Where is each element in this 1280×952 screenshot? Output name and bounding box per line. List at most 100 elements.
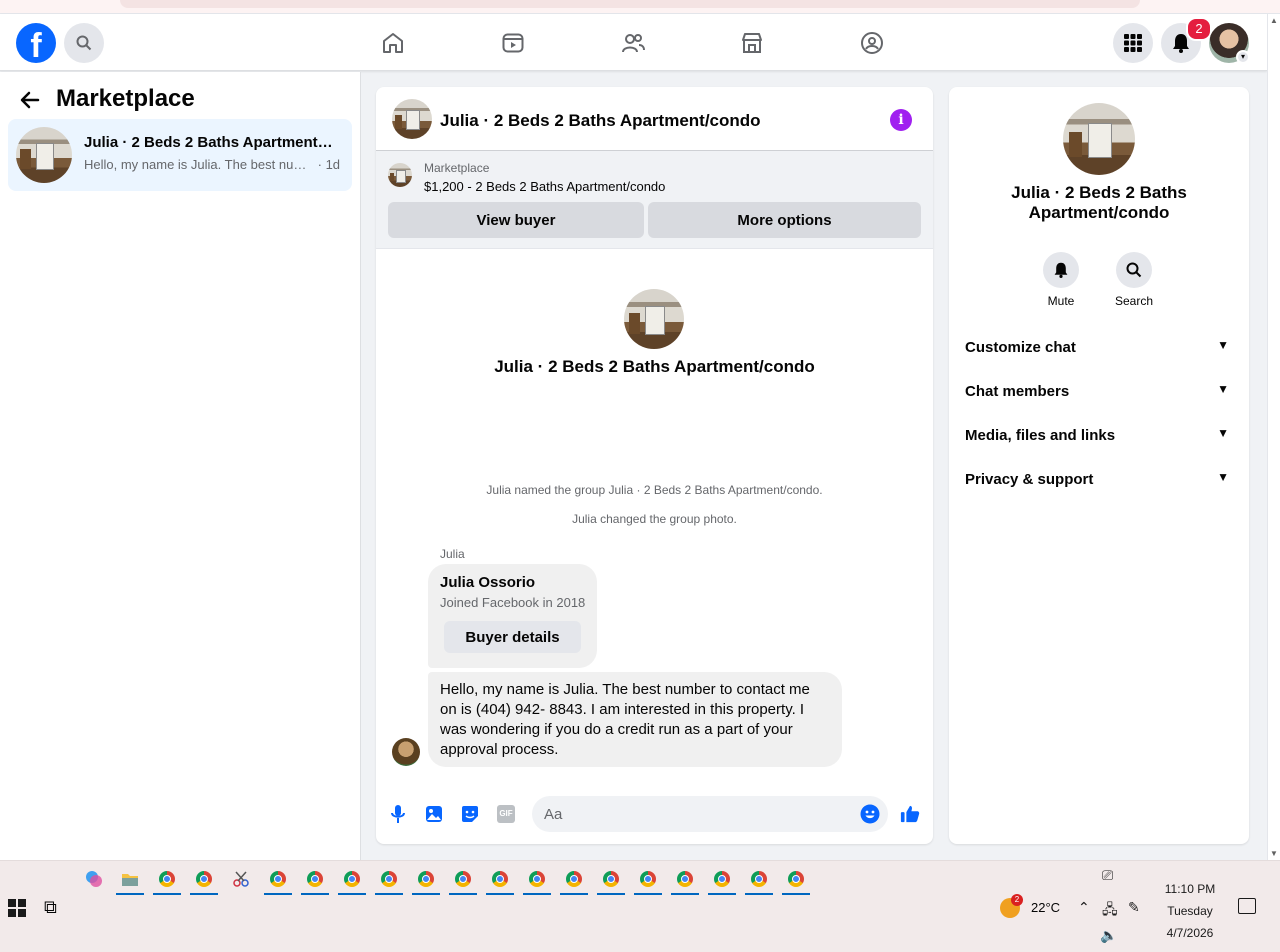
group-name: Julia · 2 Beds 2 Baths Apartment/condo	[494, 357, 815, 376]
message-input[interactable]	[532, 796, 888, 832]
buyer-card: Julia Ossorio Joined Facebook in 2018 Bu…	[428, 564, 597, 668]
top-navigation-bar: f 2 ▾	[0, 14, 1267, 71]
nav-home[interactable]	[373, 24, 413, 62]
clock-date: 4/7/2026	[1166, 926, 1214, 940]
chrome-icon[interactable]	[560, 865, 588, 895]
chrome-icon[interactable]	[301, 865, 329, 895]
listing-thumbnail	[16, 127, 72, 183]
system-clock[interactable]: 11:10 PM Tuesday 4/7/2026	[1160, 878, 1220, 944]
chevron-down-icon[interactable]: ▾	[1236, 50, 1250, 64]
back-arrow-icon[interactable]	[18, 88, 46, 112]
listing-price[interactable]: $1,200 - 2 Beds 2 Baths Apartment/condo	[424, 179, 665, 194]
search-in-chat-button[interactable]: Search	[1104, 252, 1164, 308]
pen-icon[interactable]: ✎	[1128, 899, 1140, 916]
microphone-icon[interactable]	[388, 804, 408, 824]
sender-name: Julia	[440, 547, 465, 561]
message-composer: GIF	[376, 792, 933, 836]
thumbs-up-icon[interactable]	[900, 804, 920, 824]
marketplace-label: Marketplace	[424, 161, 490, 175]
chrome-icon[interactable]	[745, 865, 773, 895]
more-options-button[interactable]: More options	[648, 202, 921, 238]
section-customize-chat[interactable]: Customize chat ▼	[965, 326, 1233, 370]
group-photo[interactable]	[1063, 103, 1135, 175]
emoji-icon[interactable]	[860, 804, 880, 824]
chrome-icon[interactable]	[338, 865, 366, 895]
network-icon[interactable]: 🖧	[1102, 899, 1118, 923]
search-icon	[1126, 262, 1142, 278]
windows-start-icon[interactable]	[8, 899, 26, 917]
facebook-logo[interactable]: f	[16, 23, 56, 63]
search-button[interactable]	[64, 23, 104, 63]
gif-icon[interactable]: GIF	[496, 804, 516, 824]
chat-header: Julia · 2 Beds 2 Baths Apartment/condo i	[376, 87, 933, 151]
chrome-icon[interactable]	[412, 865, 440, 895]
notifications-badge: 2	[1186, 17, 1212, 41]
chrome-icon[interactable]	[375, 865, 403, 895]
sender-avatar[interactable]	[392, 738, 420, 766]
system-message: Julia changed the group photo.	[572, 512, 737, 526]
section-media-files-links[interactable]: Media, files and links ▼	[965, 414, 1233, 458]
chrome-icon[interactable]	[634, 865, 662, 895]
clock-time: 11:10 PM	[1164, 882, 1216, 896]
listing-thumbnail[interactable]	[388, 163, 412, 187]
marketplace-icon	[742, 33, 762, 53]
nav-marketplace[interactable]	[732, 24, 772, 62]
mute-label: Mute	[1047, 294, 1075, 308]
conversation-time: · 1d	[317, 157, 341, 172]
notification-center-icon[interactable]	[1238, 898, 1256, 914]
chrome-icon[interactable]	[264, 865, 292, 895]
snipping-tool-icon[interactable]	[227, 865, 255, 893]
chrome-icon[interactable]	[153, 865, 181, 895]
address-bar[interactable]	[120, 0, 1140, 8]
chrome-icon[interactable]	[523, 865, 551, 895]
photo-icon[interactable]	[424, 804, 444, 824]
temperature[interactable]: 22°C	[1031, 900, 1060, 915]
chat-details-panel: Julia · 2 Beds 2 Baths Apartment/condo M…	[949, 87, 1249, 844]
chrome-icon[interactable]	[671, 865, 699, 895]
buyer-joined: Joined Facebook in 2018	[440, 595, 586, 610]
search-icon	[76, 35, 92, 51]
chrome-icon[interactable]	[190, 865, 218, 895]
section-privacy-support[interactable]: Privacy & support ▼	[965, 458, 1233, 502]
weather-badge: 2	[1011, 894, 1023, 906]
chevron-down-icon: ▼	[1217, 382, 1229, 396]
chrome-icon[interactable]	[486, 865, 514, 895]
scroll-up-icon[interactable]: ▲	[1270, 16, 1278, 25]
section-label: Media, files and links	[965, 427, 1116, 444]
volume-icon[interactable]: 🔈	[1100, 927, 1117, 944]
browser-address-strip	[0, 0, 1280, 14]
conversation-name: Julia · 2 Beds 2 Baths Apartment/condo	[84, 134, 334, 151]
group-photo[interactable]	[624, 289, 684, 349]
task-view-icon[interactable]: ⧉	[44, 897, 57, 918]
info-icon[interactable]: i	[890, 109, 912, 131]
chevron-up-icon[interactable]: ⌃	[1078, 899, 1090, 916]
sticker-icon[interactable]	[460, 804, 480, 824]
section-chat-members[interactable]: Chat members ▼	[965, 370, 1233, 414]
chrome-icon[interactable]	[597, 865, 625, 895]
chat-details-title: Julia · 2 Beds 2 Baths Apartment/condo	[1011, 183, 1187, 222]
chrome-icon[interactable]	[782, 865, 810, 895]
chevron-down-icon: ▼	[1217, 470, 1229, 484]
menu-button[interactable]	[1113, 23, 1153, 63]
windows-taskbar: ⧉ ⎚ 2 22°C ⌃ 🖧 ✎ 🔈 11:10 PM Tuesday 4/7/…	[0, 860, 1280, 952]
preview-text: Hello, my name is Julia. The best number…	[84, 157, 314, 172]
copilot-icon[interactable]	[80, 865, 108, 893]
nav-groups[interactable]	[852, 24, 892, 62]
camera-icon[interactable]: ⎚	[1102, 867, 1113, 884]
nav-friends[interactable]	[613, 24, 653, 62]
conversation-item[interactable]: Julia · 2 Beds 2 Baths Apartment/condo H…	[8, 119, 352, 191]
chat-thumbnail[interactable]	[392, 99, 432, 139]
view-buyer-button[interactable]: View buyer	[388, 202, 644, 238]
chrome-icon[interactable]	[708, 865, 736, 895]
buyer-details-button[interactable]: Buyer details	[444, 621, 581, 653]
groups-icon	[861, 32, 883, 54]
search-label: Search	[1114, 294, 1154, 308]
message-bubble[interactable]: Hello, my name is Julia. The best number…	[428, 672, 842, 767]
nav-watch[interactable]	[493, 24, 533, 62]
mute-button[interactable]: Mute	[1031, 252, 1091, 308]
file-explorer-icon[interactable]	[116, 865, 144, 895]
chrome-icon[interactable]	[449, 865, 477, 895]
scroll-down-icon[interactable]: ▼	[1270, 849, 1278, 858]
page-scrollbar[interactable]: ▲ ▼	[1267, 14, 1280, 860]
chat-title[interactable]: Julia · 2 Beds 2 Baths Apartment/condo	[440, 111, 761, 131]
